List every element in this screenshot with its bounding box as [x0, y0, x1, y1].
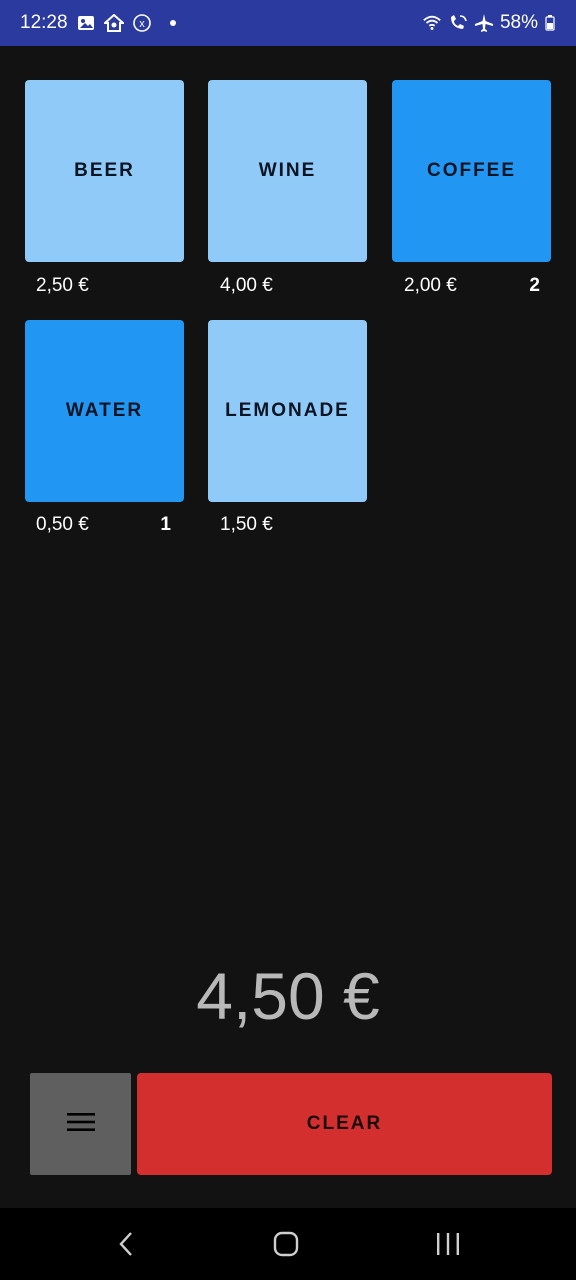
product-name: WINE	[258, 160, 317, 181]
product-tile-water[interactable]: WATER	[25, 320, 184, 502]
product-name: LEMONADE	[225, 400, 350, 421]
product-tile-wine[interactable]: WINE	[208, 80, 367, 262]
battery-icon	[544, 13, 556, 33]
product-tile-coffee[interactable]: COFFEE	[392, 80, 551, 262]
clear-button-label: CLEAR	[306, 1113, 383, 1134]
product-price-beer: 2,50 €	[36, 275, 89, 296]
wifi-icon	[422, 13, 442, 33]
navigation-bar	[0, 1208, 576, 1280]
home-icon	[103, 13, 124, 33]
product-price-coffee: 2,00 €	[404, 275, 457, 296]
wifi-calling-icon	[448, 13, 468, 33]
battery-percentage: 58%	[499, 12, 538, 33]
product-price-wine: 4,00 €	[220, 275, 273, 296]
close-circle-icon: x	[132, 13, 152, 33]
svg-text:x: x	[139, 18, 145, 30]
status-bar: 12:28 x 58%	[0, 0, 576, 46]
hamburger-menu-icon	[66, 1111, 96, 1138]
clear-button[interactable]: CLEAR	[137, 1073, 552, 1175]
product-name: COFFEE	[426, 160, 517, 181]
product-price-water: 0,50 €	[36, 514, 89, 535]
product-price-lemonade: 1,50 €	[220, 514, 273, 535]
status-time: 12:28	[20, 12, 68, 33]
airplane-icon	[474, 13, 494, 33]
product-count-coffee: 2	[529, 275, 540, 296]
back-icon[interactable]	[86, 1208, 166, 1280]
product-name: WATER	[65, 400, 144, 421]
gallery-icon	[76, 13, 96, 33]
product-tile-beer[interactable]: BEER	[25, 80, 184, 262]
product-name: BEER	[74, 160, 135, 181]
notification-dot	[169, 20, 176, 26]
product-count-water: 1	[160, 514, 171, 535]
home-icon[interactable]	[246, 1208, 326, 1280]
menu-button[interactable]	[30, 1073, 131, 1175]
product-tile-lemonade[interactable]: LEMONADE	[208, 320, 367, 502]
order-total: 4,50 €	[196, 959, 380, 1033]
recents-icon[interactable]	[408, 1208, 488, 1280]
